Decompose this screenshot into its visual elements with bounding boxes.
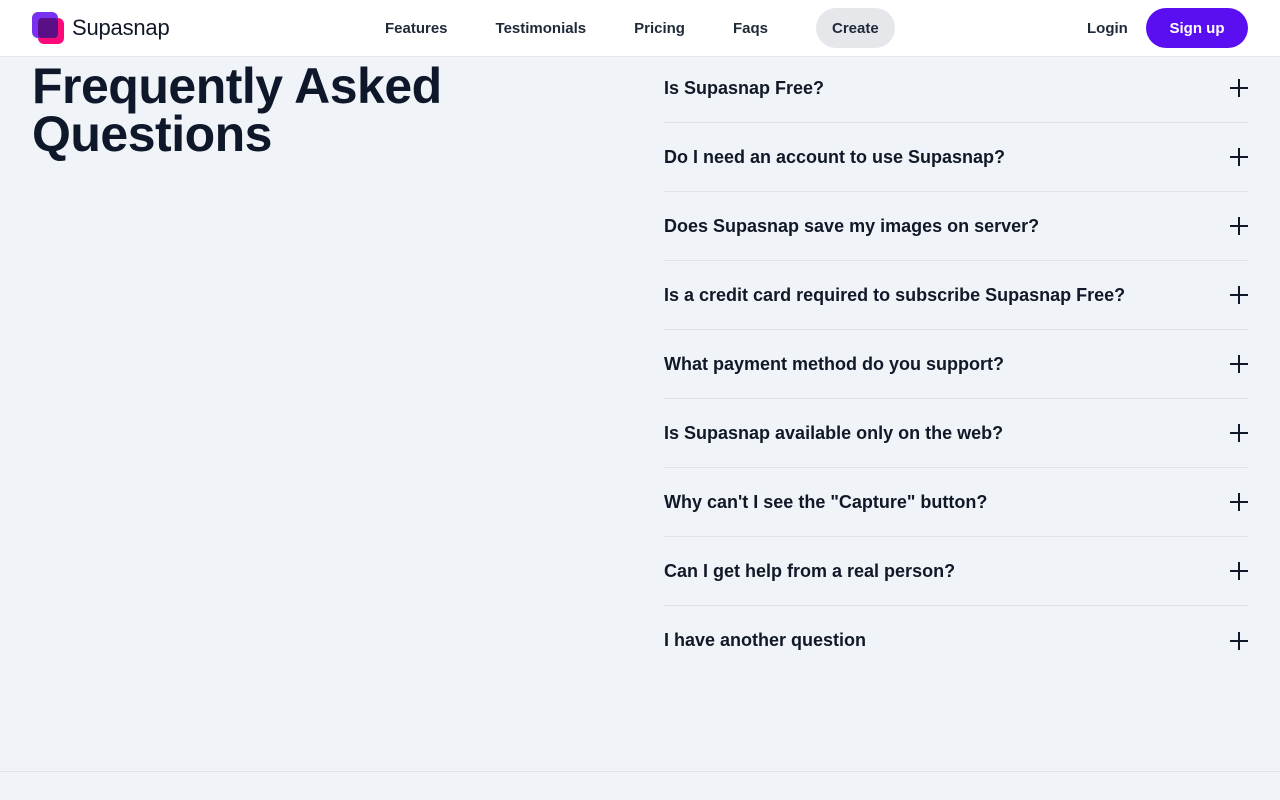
faq-item[interactable]: Is Supasnap available only on the web? xyxy=(664,399,1248,468)
nav-link-create[interactable]: Create xyxy=(816,8,895,48)
plus-icon[interactable] xyxy=(1230,355,1248,373)
faq-item[interactable]: I have another question xyxy=(664,606,1248,675)
faq-question: Do I need an account to use Supasnap? xyxy=(664,146,1006,167)
top-navigation-bar: Supasnap Features Testimonials Pricing F… xyxy=(0,0,1280,57)
faq-item[interactable]: Is a credit card required to subscribe S… xyxy=(664,261,1248,330)
plus-icon[interactable] xyxy=(1230,79,1248,97)
plus-icon[interactable] xyxy=(1230,493,1248,511)
nav-link-testimonials[interactable]: Testimonials xyxy=(472,8,611,48)
login-link[interactable]: Login xyxy=(1071,8,1144,48)
faq-heading: Frequently Asked Questions xyxy=(32,58,442,162)
faq-accordion: Is Supasnap Free? Do I need an account t… xyxy=(664,54,1248,675)
faq-item[interactable]: Do I need an account to use Supasnap? xyxy=(664,123,1248,192)
plus-icon[interactable] xyxy=(1230,562,1248,580)
main-nav: Features Testimonials Pricing Faqs Creat… xyxy=(361,8,895,48)
brand-name: Supasnap xyxy=(72,15,170,40)
faq-item[interactable]: Does Supasnap save my images on server? xyxy=(664,192,1248,261)
plus-icon[interactable] xyxy=(1230,286,1248,304)
faq-item[interactable]: Can I get help from a real person? xyxy=(664,537,1248,606)
faq-question: Can I get help from a real person? xyxy=(664,560,956,581)
faq-item[interactable]: What payment method do you support? xyxy=(664,330,1248,399)
faq-question: Why can't I see the "Capture" button? xyxy=(664,491,988,512)
faq-question: Is a credit card required to subscribe S… xyxy=(664,284,1126,305)
faq-question: I have another question xyxy=(664,630,867,650)
faq-question: Is Supasnap Free? xyxy=(664,77,825,98)
footer-divider xyxy=(0,771,1280,772)
plus-icon[interactable] xyxy=(1230,217,1248,235)
plus-icon[interactable] xyxy=(1230,424,1248,442)
faq-question: What payment method do you support? xyxy=(664,353,1004,374)
faq-question: Does Supasnap save my images on server? xyxy=(664,215,1040,236)
plus-icon[interactable] xyxy=(1230,148,1248,166)
faq-question: Is Supasnap available only on the web? xyxy=(664,422,1004,443)
nav-link-features[interactable]: Features xyxy=(361,8,472,48)
nav-link-faqs[interactable]: Faqs xyxy=(709,8,792,48)
supasnap-logo-icon xyxy=(32,12,64,44)
nav-link-pricing[interactable]: Pricing xyxy=(610,8,709,48)
faq-item[interactable]: Is Supasnap Free? xyxy=(664,54,1248,123)
plus-icon[interactable] xyxy=(1230,631,1248,650)
brand-home-link[interactable]: Supasnap xyxy=(32,12,170,44)
sign-up-button[interactable]: Sign up xyxy=(1146,8,1248,48)
faq-item[interactable]: Why can't I see the "Capture" button? xyxy=(664,468,1248,537)
